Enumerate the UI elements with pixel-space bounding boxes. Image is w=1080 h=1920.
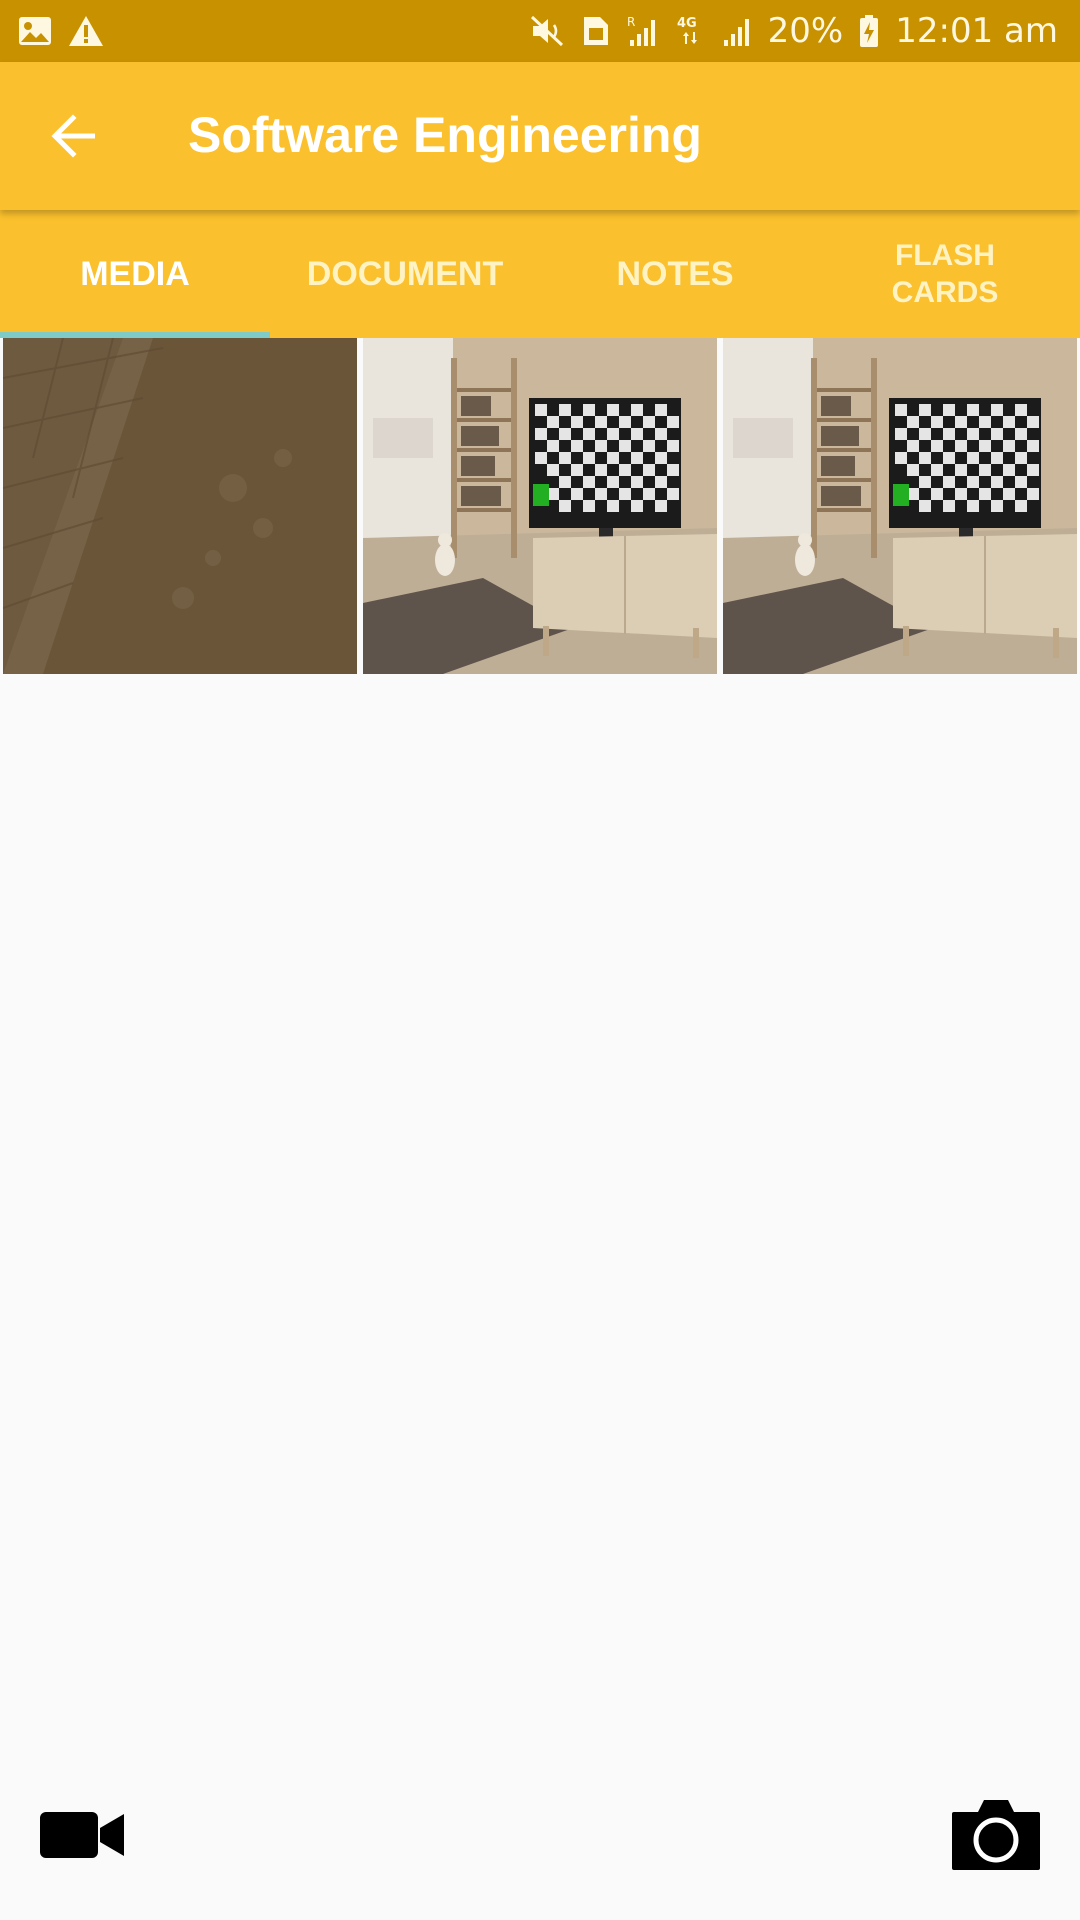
tab-flash-cards[interactable]: FLASH CARDS [810, 210, 1080, 338]
4g-icon: 4G [676, 14, 706, 48]
tab-media[interactable]: MEDIA [0, 210, 270, 338]
status-system: R 4G 20% 12:01 am [530, 11, 1058, 51]
tab-media-label: MEDIA [80, 255, 190, 293]
record-video-button[interactable] [38, 1800, 128, 1870]
media-thumbnail-room-2[interactable] [723, 338, 1077, 674]
mute-icon [530, 15, 566, 47]
status-notifications [18, 15, 104, 47]
tab-bar: MEDIA DOCUMENT NOTES FLASH CARDS [0, 210, 1080, 338]
back-button[interactable] [44, 106, 104, 166]
take-photo-button[interactable] [950, 1796, 1042, 1874]
tab-notes-label: NOTES [616, 255, 734, 293]
tab-indicator [0, 332, 270, 338]
camera-icon [952, 1800, 1040, 1870]
video-camera-icon [40, 1812, 124, 1858]
image-icon [18, 16, 52, 46]
warning-icon [68, 15, 104, 47]
media-thumbnail-room[interactable] [363, 338, 717, 674]
media-thumbnail-wood[interactable] [3, 338, 357, 674]
status-bar: R 4G 20% 12:01 am [0, 0, 1080, 62]
roaming-signal-icon: R [626, 14, 660, 48]
media-grid [0, 338, 1080, 674]
battery-icon [859, 14, 879, 48]
signal-icon [722, 14, 752, 48]
status-time: 12:01 am [895, 11, 1058, 51]
battery-percent: 20% [767, 11, 844, 51]
network-label: 4G [677, 16, 697, 31]
tab-document[interactable]: DOCUMENT [270, 210, 540, 338]
tab-document-label: DOCUMENT [306, 255, 504, 293]
sim-icon [582, 15, 610, 47]
tab-notes[interactable]: NOTES [540, 210, 810, 338]
arrow-left-icon [51, 114, 95, 158]
app-bar: Software Engineering [0, 62, 1080, 210]
roaming-label: R [627, 15, 635, 29]
tab-flash-cards-label: FLASH CARDS [891, 239, 999, 309]
page-title: Software Engineering [188, 107, 702, 163]
